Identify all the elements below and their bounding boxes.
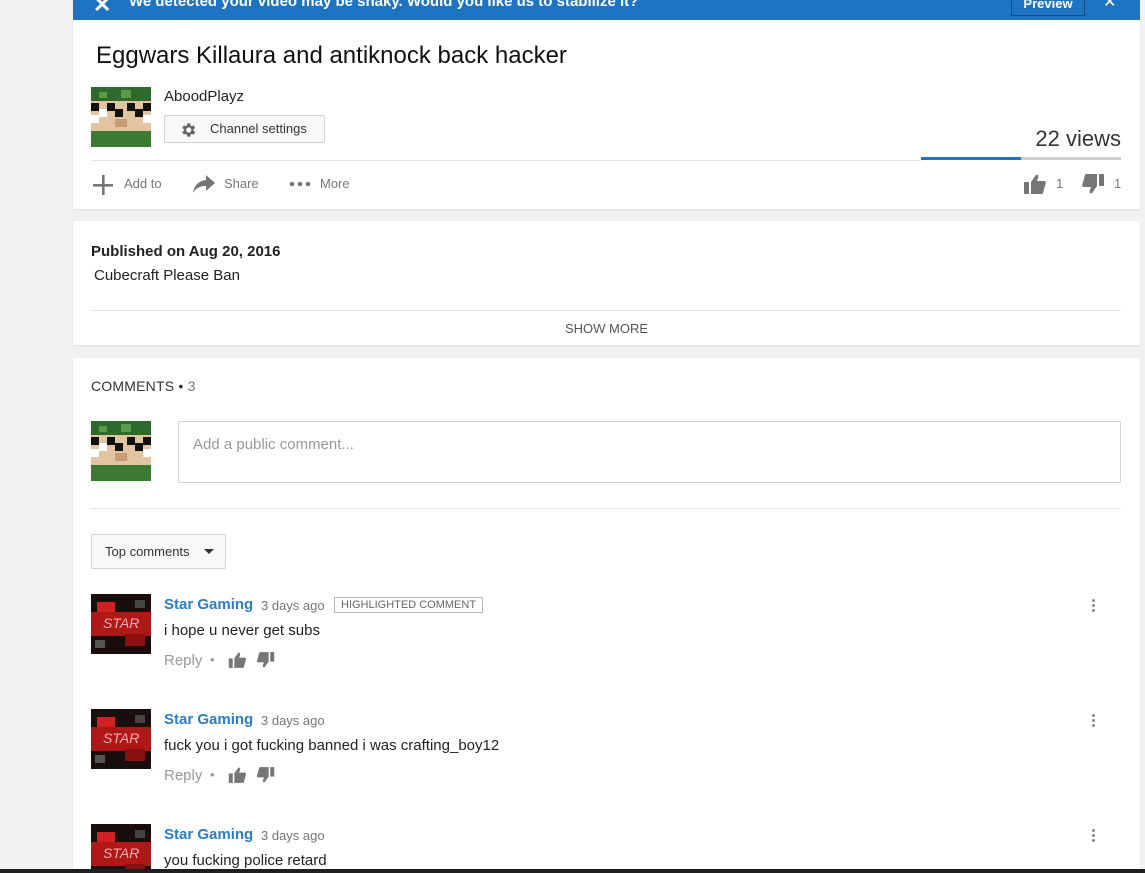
comment-author[interactable]: Star Gaming bbox=[164, 711, 253, 728]
caret-down-icon bbox=[204, 549, 214, 554]
commenter-avatar[interactable]: STAR bbox=[91, 824, 151, 873]
views-bar-fill bbox=[921, 157, 1021, 160]
sort-comments-dropdown[interactable]: Top comments bbox=[91, 534, 226, 569]
comments-separator: • bbox=[178, 378, 184, 394]
comment-author[interactable]: Star Gaming bbox=[164, 826, 253, 843]
more-button[interactable]: More bbox=[288, 173, 358, 193]
comments-title: COMMENTS bbox=[91, 378, 175, 394]
gear-icon bbox=[182, 123, 196, 137]
add-to-label: Add to bbox=[124, 176, 162, 191]
svg-text:STAR: STAR bbox=[103, 845, 139, 861]
comment-time[interactable]: 3 days ago bbox=[261, 598, 325, 613]
view-count: 22 views bbox=[1035, 126, 1121, 151]
channel-settings-button[interactable]: Channel settings bbox=[164, 115, 325, 143]
dislike-count: 1 bbox=[1114, 176, 1122, 191]
comment-text: fuck you i got fucking banned i was craf… bbox=[164, 737, 500, 754]
user-avatar bbox=[91, 421, 151, 481]
thumbs-down-icon[interactable] bbox=[256, 766, 275, 784]
share-button[interactable]: Share bbox=[192, 173, 267, 193]
comment-author[interactable]: Star Gaming bbox=[164, 596, 253, 613]
svg-text:STAR: STAR bbox=[103, 730, 139, 746]
channel-name[interactable]: AboodPlayz bbox=[164, 88, 244, 105]
highlighted-comment-badge: HIGHLIGHTED COMMENT bbox=[334, 597, 484, 613]
sort-label: Top comments bbox=[105, 544, 190, 559]
video-info-card: Eggwars Killaura and antiknock back hack… bbox=[73, 20, 1140, 209]
comments-card: COMMENTS • 3 Top comments bbox=[73, 358, 1140, 873]
thumbs-down-icon[interactable] bbox=[256, 651, 275, 669]
taskbar-edge bbox=[0, 869, 1145, 873]
video-title: Eggwars Killaura and antiknock back hack… bbox=[96, 42, 567, 69]
comment-text: i hope u never get subs bbox=[164, 622, 320, 639]
thumbs-down-icon bbox=[1082, 174, 1104, 194]
thumbs-up-icon bbox=[1024, 174, 1046, 194]
close-icon[interactable]: ✕ bbox=[1103, 0, 1116, 12]
commenter-avatar[interactable]: STAR bbox=[91, 709, 151, 769]
share-icon bbox=[193, 175, 215, 193]
divider bbox=[91, 508, 1121, 509]
share-label: Share bbox=[224, 176, 259, 191]
views-bar bbox=[921, 157, 1121, 160]
more-dots-icon bbox=[289, 181, 311, 187]
comment-item: STAR Star Gaming 3 days ago HIGHLIGHTED … bbox=[73, 594, 1140, 704]
description-text: Cubecraft Please Ban bbox=[94, 267, 240, 284]
plus-icon bbox=[93, 175, 113, 195]
comment-item: STAR Star Gaming 3 days ago you fucking … bbox=[73, 824, 1140, 873]
comment-input-box[interactable] bbox=[178, 421, 1121, 483]
comment-text: you fucking police retard bbox=[164, 852, 327, 869]
commenter-avatar[interactable]: STAR bbox=[91, 594, 151, 654]
like-count: 1 bbox=[1056, 176, 1064, 191]
svg-text:STAR: STAR bbox=[103, 615, 139, 631]
dismiss-banner-icon[interactable]: ✕ bbox=[93, 0, 111, 18]
reply-separator: • bbox=[210, 652, 215, 667]
comment-input[interactable] bbox=[191, 435, 1095, 454]
comment-time[interactable]: 3 days ago bbox=[261, 828, 325, 843]
preview-button[interactable]: Preview bbox=[1011, 0, 1085, 16]
divider bbox=[91, 310, 1121, 311]
reply-separator: • bbox=[210, 767, 215, 782]
comment-item: STAR Star Gaming 3 days ago fuck you i g… bbox=[73, 709, 1140, 819]
comment-menu-icon[interactable] bbox=[1092, 714, 1098, 729]
reply-button[interactable]: Reply bbox=[164, 652, 202, 669]
channel-avatar[interactable] bbox=[91, 87, 151, 147]
comments-count: 3 bbox=[187, 378, 196, 394]
description-card: Published on Aug 20, 2016 Cubecraft Plea… bbox=[73, 221, 1140, 345]
more-label: More bbox=[320, 176, 350, 191]
comment-menu-icon[interactable] bbox=[1092, 829, 1098, 844]
comment-menu-icon[interactable] bbox=[1092, 599, 1098, 614]
show-more-button[interactable]: SHOW MORE bbox=[73, 321, 1140, 336]
thumbs-up-icon[interactable] bbox=[228, 766, 247, 784]
divider bbox=[91, 160, 921, 161]
channel-settings-label: Channel settings bbox=[210, 121, 307, 136]
publish-date: Published on Aug 20, 2016 bbox=[91, 243, 281, 260]
stabilize-banner: ✕ We detected your video may be shaky. W… bbox=[73, 0, 1140, 20]
comments-header: COMMENTS • 3 bbox=[91, 378, 196, 394]
comment-time[interactable]: 3 days ago bbox=[261, 713, 325, 728]
reply-button[interactable]: Reply bbox=[164, 767, 202, 784]
add-to-button[interactable]: Add to bbox=[91, 173, 171, 195]
banner-message: We detected your video may be shaky. Wou… bbox=[129, 0, 639, 10]
thumbs-up-icon[interactable] bbox=[228, 651, 247, 669]
